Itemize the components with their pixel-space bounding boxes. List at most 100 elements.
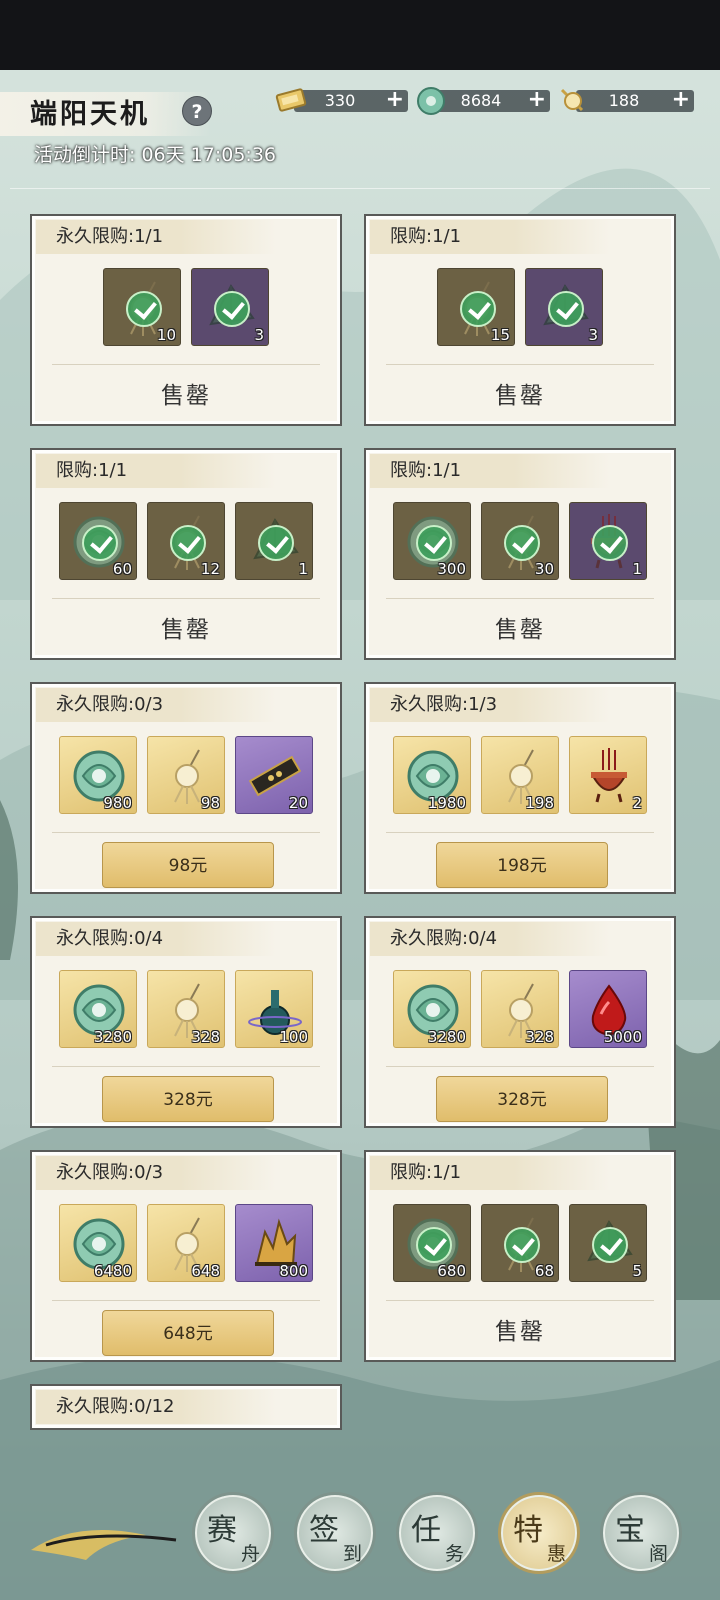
reward-item[interactable]: 100 [235,970,313,1048]
reward-item[interactable]: 3280 [393,970,471,1048]
add-jade-button[interactable]: + [528,88,546,112]
resource-value: 330 [324,91,356,110]
card-divider [52,598,320,599]
item-count: 2 [632,794,642,812]
pack-items: 3280 328 100 [32,970,340,1048]
claimed-check-icon [126,291,162,327]
reward-item[interactable]: 5000 [569,970,647,1048]
pack-card: 永久限购:1/1 10 3 售罄 [30,214,342,426]
item-count: 15 [490,326,510,344]
pack-card: 限购:1/1 300 30 1 售罄 [364,448,676,660]
purchase-limit: 永久限购:0/4 [36,922,276,956]
nav-tab[interactable]: 宝阁 [600,1492,682,1574]
sold-out-label: 售罄 [495,617,545,643]
reward-item[interactable]: 20 [235,736,313,814]
nav-tab-char: 宝 [615,1513,645,1548]
claimed-check-icon [460,291,496,327]
purchase-limit: 永久限购:0/3 [36,688,276,722]
reward-item[interactable]: 800 [235,1204,313,1282]
reward-item[interactable]: 198 [481,736,559,814]
item-count: 800 [279,1262,308,1280]
item-count: 648 [191,1262,220,1280]
help-icon[interactable]: ? [182,96,212,126]
pack-card: 限购:1/1 60 12 1 售罄 [30,448,342,660]
pack-card: 永久限购:0/3 980 98 20 98元 [30,682,342,894]
reward-item[interactable]: 30 [481,502,559,580]
reward-item[interactable]: 1 [235,502,313,580]
reward-item[interactable]: 980 [59,736,137,814]
reward-item[interactable]: 5 [569,1204,647,1282]
item-count: 680 [437,1262,466,1280]
reward-item[interactable]: 648 [147,1204,225,1282]
nav-tab[interactable]: 特惠 [498,1492,580,1574]
item-count: 3 [254,326,264,344]
item-count: 1980 [427,794,466,812]
purchase-limit: 永久限购:0/3 [36,1156,276,1190]
claimed-check-icon [214,291,250,327]
reward-item[interactable]: 300 [393,502,471,580]
buy-button[interactable]: 648元 [102,1310,274,1356]
add-ticket-button[interactable]: + [386,88,404,112]
reward-item[interactable]: 328 [147,970,225,1048]
reward-item[interactable]: 10 [103,268,181,346]
resource-jade: 8684 + [414,87,550,115]
claimed-check-icon [82,525,118,561]
item-count: 6480 [93,1262,132,1280]
reward-item[interactable]: 1 [569,502,647,580]
sold-out-label: 售罄 [495,1319,545,1345]
reward-item[interactable]: 98 [147,736,225,814]
item-count: 328 [525,1028,554,1046]
reward-item[interactable]: 6480 [59,1204,137,1282]
nav-tab-char: 签 [309,1513,339,1548]
reward-item[interactable]: 680 [393,1204,471,1282]
item-count: 3280 [93,1028,132,1046]
nav-tab-char: 赛 [207,1513,237,1548]
item-count: 100 [279,1028,308,1046]
reward-item[interactable]: 1980 [393,736,471,814]
buy-button[interactable]: 98元 [102,842,274,888]
item-count: 10 [156,326,176,344]
item-count: 12 [200,560,220,578]
purchase-limit: 限购:1/1 [36,454,276,488]
card-divider [386,832,654,833]
item-count: 328 [191,1028,220,1046]
card-divider [52,832,320,833]
reward-item[interactable]: 15 [437,268,515,346]
item-count: 5 [632,1262,642,1280]
buy-button[interactable]: 328元 [102,1076,274,1122]
reward-item[interactable]: 3 [191,268,269,346]
card-divider [386,1300,654,1301]
item-count: 198 [525,794,554,812]
buy-button[interactable]: 198元 [436,842,608,888]
item-count: 68 [534,1262,554,1280]
reward-item[interactable]: 68 [481,1204,559,1282]
resource-ticket: 330 + [274,88,408,114]
item-count: 1 [632,560,642,578]
purchase-limit: 永久限购:1/3 [370,688,610,722]
nav-tab[interactable]: 任务 [396,1492,478,1574]
page-title: 端阳天机 [30,99,150,130]
item-count: 98 [200,794,220,812]
card-divider [52,1066,320,1067]
event-countdown: 活动倒计时: 06天 17:05:36 [34,144,276,166]
reward-item[interactable]: 60 [59,502,137,580]
claimed-check-icon [548,291,584,327]
reward-item[interactable]: 12 [147,502,225,580]
pack-items: 300 30 1 [366,502,674,580]
pack-card: 永久限购:0/12 [30,1384,342,1430]
reward-item[interactable]: 3 [525,268,603,346]
buy-button[interactable]: 328元 [436,1076,608,1122]
nav-tab[interactable]: 赛舟 [192,1492,274,1574]
nav-tab[interactable]: 签到 [294,1492,376,1574]
reward-item[interactable]: 2 [569,736,647,814]
purchase-limit: 永久限购:0/4 [370,922,610,956]
pack-card: 永久限购:0/3 6480 648 800 648元 [30,1150,342,1362]
add-pendant-button[interactable]: + [672,88,690,112]
incense-burner-icon [591,748,627,803]
nav-tab-subchar: 到 [343,1543,363,1565]
reward-item[interactable]: 3280 [59,970,137,1048]
reward-item[interactable]: 328 [481,970,559,1048]
item-count: 980 [103,794,132,812]
pack-items: 10 3 [32,268,340,346]
pack-card: 限购:1/1 15 3 售罄 [364,214,676,426]
